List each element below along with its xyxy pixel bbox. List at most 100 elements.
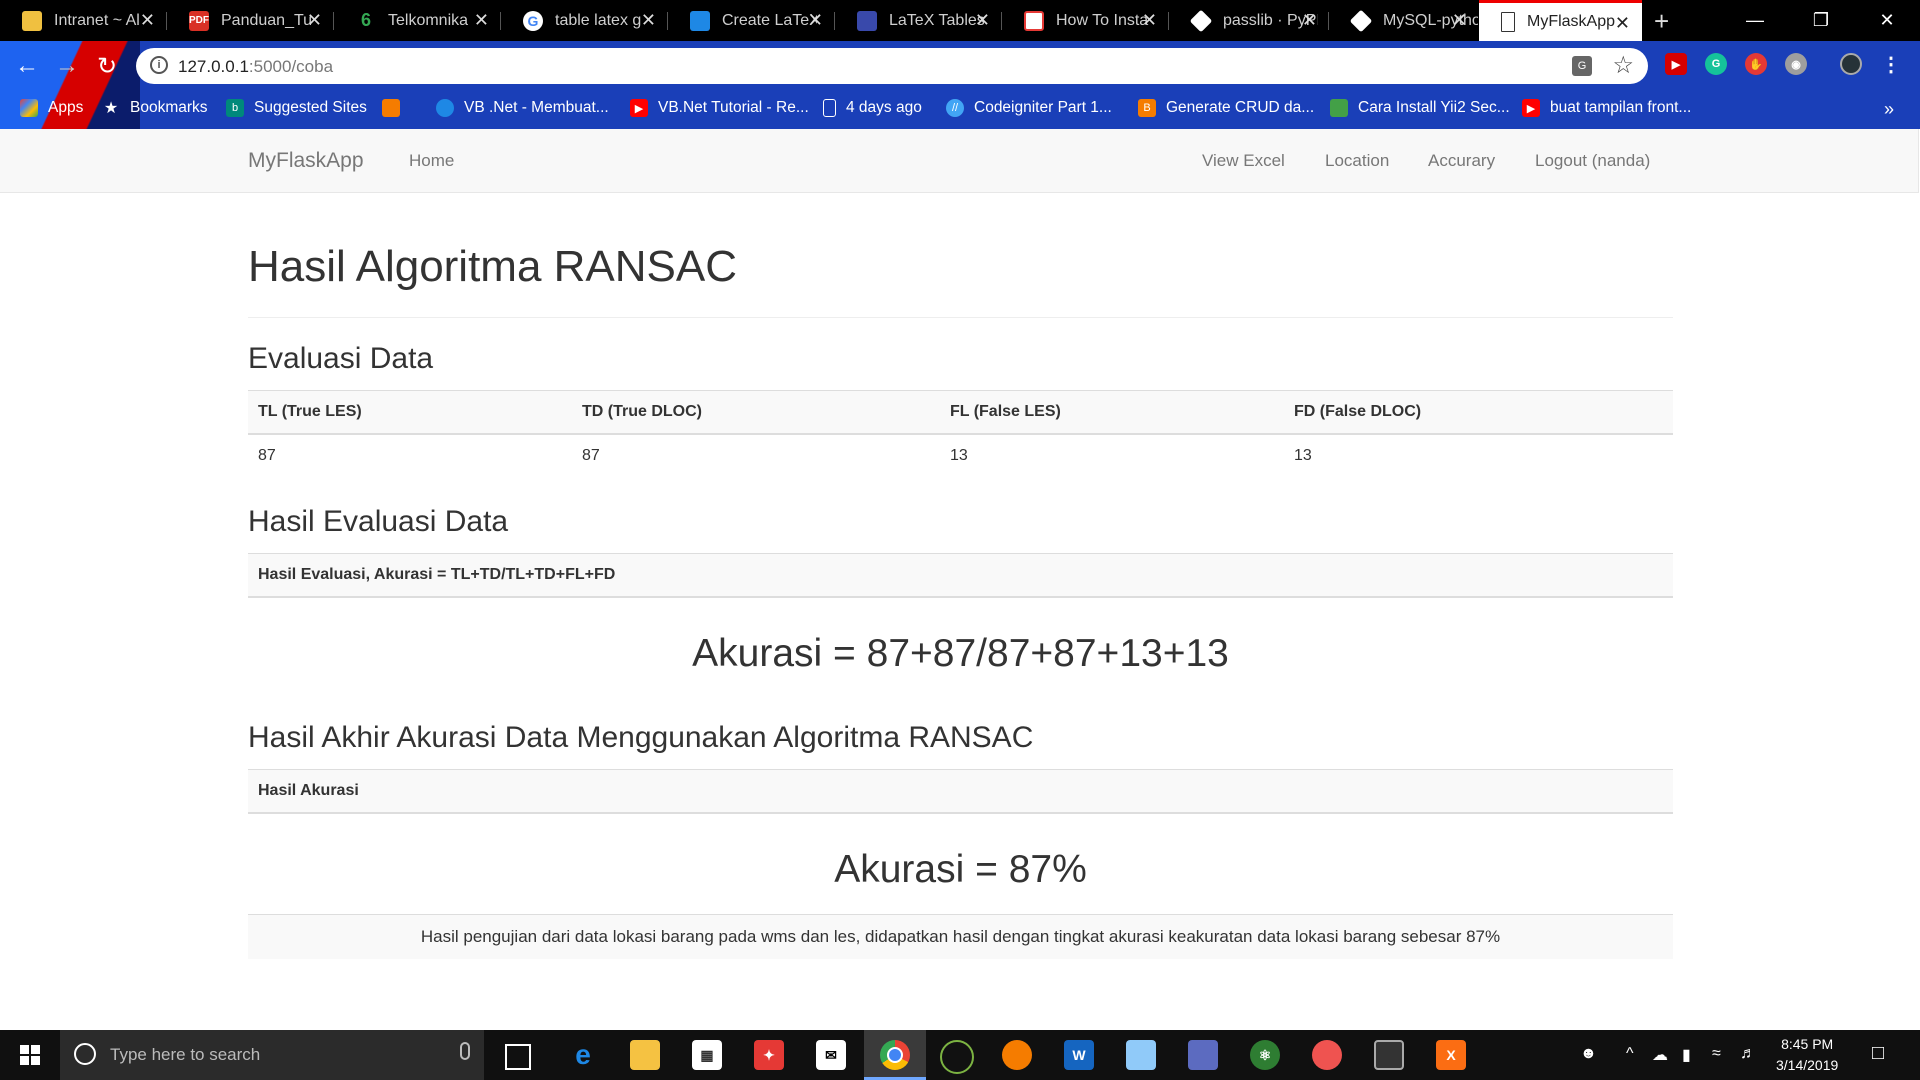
- nav-view-excel-link[interactable]: View Excel: [1202, 151, 1285, 171]
- bookmark-star-icon[interactable]: ☆: [1612, 51, 1634, 80]
- paint3d-icon[interactable]: [1312, 1040, 1342, 1070]
- bookmark-4-days-ago[interactable]: 4 days ago: [823, 99, 922, 117]
- evaluasi-data-heading: Evaluasi Data: [248, 342, 434, 375]
- bookmark-codeigniter[interactable]: // Codeigniter Part 1...: [946, 99, 1112, 117]
- grammarly-icon[interactable]: G: [1705, 53, 1727, 75]
- close-icon[interactable]: ✕: [474, 10, 489, 31]
- nav-location-link[interactable]: Location: [1325, 151, 1389, 171]
- info-icon[interactable]: i: [150, 56, 168, 74]
- close-icon[interactable]: ✕: [641, 10, 656, 31]
- tab-intranet[interactable]: Intranet ~ Al ✕: [0, 0, 167, 41]
- start-button[interactable]: [0, 1030, 60, 1080]
- translate-icon[interactable]: G: [1572, 56, 1592, 76]
- visual-studio-icon[interactable]: [1188, 1040, 1218, 1070]
- people-icon[interactable]: ☻: [1580, 1045, 1597, 1063]
- taskbar-clock[interactable]: 8:45 PM 3/14/2019: [1776, 1034, 1838, 1076]
- close-icon[interactable]: ✕: [975, 10, 990, 31]
- table-header-cell: Hasil Evaluasi, Akurasi = TL+TD/TL+TD+FL…: [258, 566, 616, 583]
- bookmark-buat-tampilan[interactable]: ▶ buat tampilan front...: [1522, 99, 1691, 117]
- tab-telkomnika[interactable]: 6 Telkomnika ✕: [334, 0, 501, 41]
- forward-button[interactable]: →: [52, 51, 82, 81]
- bookmarks-bar: Apps ★ Bookmarks b Suggested Sites VB .N…: [0, 88, 1920, 129]
- store-icon[interactable]: ▦: [692, 1040, 722, 1070]
- bookmark-orange[interactable]: [382, 99, 410, 117]
- tab-mysql-python[interactable]: MySQL-pytho ✕: [1329, 0, 1479, 41]
- menu-icon[interactable]: ⋮: [1880, 53, 1902, 76]
- wifi-icon[interactable]: ≈: [1712, 1045, 1721, 1063]
- close-icon[interactable]: ✕: [140, 10, 155, 31]
- bookmark-vb-net[interactable]: VB .Net - Membuat...: [436, 99, 609, 117]
- edge-icon[interactable]: e: [568, 1039, 598, 1070]
- gift-icon[interactable]: ✦: [754, 1040, 784, 1070]
- browser-tab-strip: Intranet ~ Al ✕ PDF Panduan_Tu ✕ 6 Telko…: [0, 0, 1920, 41]
- file-explorer-icon[interactable]: [630, 1040, 660, 1070]
- bookmark-vbnet-tutorial[interactable]: ▶ VB.Net Tutorial - Re...: [630, 99, 809, 117]
- nav-accurary-link[interactable]: Accurary: [1428, 151, 1495, 171]
- minimize-button[interactable]: —: [1722, 0, 1788, 41]
- back-button[interactable]: ←: [12, 51, 42, 81]
- taskbar-search-box[interactable]: Type here to search: [60, 1030, 484, 1080]
- mail-icon[interactable]: ✉: [816, 1040, 846, 1070]
- bookmark-generate-crud[interactable]: B Generate CRUD da...: [1138, 99, 1314, 117]
- restore-button[interactable]: ❐: [1788, 0, 1854, 41]
- tab-myflaskapp[interactable]: MyFlaskApp ✕: [1479, 0, 1642, 41]
- close-icon[interactable]: ✕: [808, 10, 823, 31]
- tab-how-to-install[interactable]: How To Insta ✕: [1002, 0, 1169, 41]
- globe-icon[interactable]: ◉: [1785, 53, 1807, 75]
- table-cell: 87: [582, 447, 600, 464]
- table-cell: 87: [258, 447, 276, 464]
- tab-create-latex[interactable]: Create LaTeX ✕: [668, 0, 835, 41]
- address-bar[interactable]: i 127.0.0.1:5000/coba G ☆: [136, 48, 1648, 84]
- notification-icon[interactable]: □: [1872, 1042, 1884, 1065]
- tab-latex-tables[interactable]: LaTeX Tables ✕: [835, 0, 1002, 41]
- nav-logout-link[interactable]: Logout (nanda): [1535, 151, 1650, 171]
- reload-button[interactable]: ↻: [92, 51, 122, 81]
- chevron-up-icon[interactable]: ^: [1626, 1045, 1634, 1063]
- bookmark-yii2[interactable]: Cara Install Yii2 Sec...: [1330, 99, 1510, 117]
- chrome-icon[interactable]: [880, 1040, 910, 1070]
- new-tab-button[interactable]: +: [1654, 6, 1669, 37]
- close-window-button[interactable]: ✕: [1854, 0, 1920, 41]
- close-icon[interactable]: ✕: [1615, 13, 1630, 34]
- table-row: 87 87 13 13: [248, 435, 1673, 480]
- close-icon[interactable]: ✕: [1302, 10, 1317, 31]
- result-footnote: Hasil pengujian dari data lokasi barang …: [248, 914, 1673, 959]
- bookmark-apps[interactable]: Apps: [20, 99, 83, 117]
- close-icon[interactable]: ✕: [307, 10, 322, 31]
- tablesgenerator-icon: [690, 10, 710, 31]
- yii-icon: [1330, 99, 1348, 117]
- bookmark-suggested-sites[interactable]: b Suggested Sites: [226, 99, 367, 117]
- bookmarks-overflow-icon[interactable]: »: [1884, 99, 1894, 120]
- tab-passlib[interactable]: passlib · PyPI ✕: [1169, 0, 1329, 41]
- onedrive-icon[interactable]: ☁: [1652, 1045, 1668, 1065]
- paint-icon[interactable]: [1126, 1040, 1156, 1070]
- adblock-icon[interactable]: ✋: [1745, 53, 1767, 75]
- close-icon[interactable]: ✕: [1452, 10, 1467, 31]
- origin-icon[interactable]: [1002, 1040, 1032, 1070]
- pypi-icon: [1349, 9, 1373, 32]
- bookmark-bookmarks[interactable]: ★ Bookmarks: [102, 99, 208, 117]
- volume-icon[interactable]: ♬: [1740, 1045, 1756, 1063]
- navbar-brand[interactable]: MyFlaskApp: [248, 149, 364, 173]
- microphone-icon[interactable]: [460, 1042, 470, 1060]
- extension-red-icon[interactable]: ▶: [1665, 53, 1687, 75]
- tab-panduan[interactable]: PDF Panduan_Tu ✕: [167, 0, 334, 41]
- cortana-icon: [74, 1043, 96, 1065]
- atom-icon[interactable]: ⚛: [1250, 1040, 1280, 1070]
- close-icon[interactable]: ✕: [1142, 10, 1157, 31]
- nav-home-link[interactable]: Home: [409, 151, 454, 171]
- tab-table-latex[interactable]: G table latex g ✕: [501, 0, 668, 41]
- url-text[interactable]: 127.0.0.1:5000/coba: [178, 57, 333, 77]
- task-view-icon[interactable]: [505, 1044, 531, 1070]
- terminal-icon[interactable]: [1374, 1040, 1404, 1070]
- vb-icon: [436, 99, 454, 117]
- word-icon[interactable]: W: [1064, 1040, 1094, 1070]
- app-icon[interactable]: [940, 1040, 974, 1074]
- evaluasi-table-header: TL (True LES) TD (True DLOC) FL (False L…: [248, 390, 1673, 435]
- pdf-icon: PDF: [189, 10, 209, 31]
- xampp-icon[interactable]: X: [1436, 1040, 1466, 1070]
- clock-time: 8:45 PM: [1781, 1036, 1834, 1052]
- table-cell: 13: [1294, 447, 1312, 464]
- profile-avatar[interactable]: [1840, 53, 1862, 75]
- battery-icon[interactable]: ▮: [1682, 1045, 1691, 1065]
